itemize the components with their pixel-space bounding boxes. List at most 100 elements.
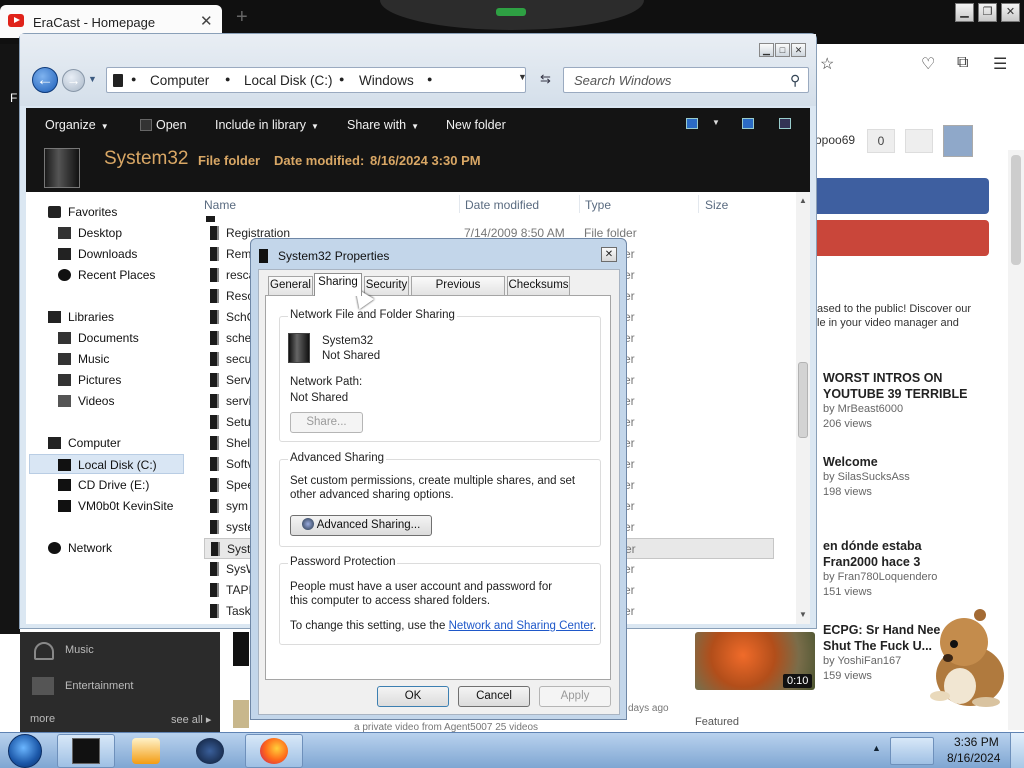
tab-close-icon[interactable]: ✕ <box>200 12 213 30</box>
cancel-button[interactable]: Cancel <box>458 686 530 707</box>
column-header-name[interactable]: Name <box>204 198 236 212</box>
taskbar-globe[interactable] <box>181 734 239 768</box>
nav-network[interactable]: Network <box>26 538 204 558</box>
share-button[interactable]: Share... <box>290 412 363 433</box>
more-link[interactable]: more <box>30 713 55 725</box>
video-title[interactable]: Welcome <box>823 454 1003 470</box>
see-all-link[interactable]: see all ▸ <box>171 713 211 726</box>
maximize-icon[interactable]: □ <box>775 43 790 57</box>
nav-favorites[interactable]: Favorites <box>26 202 204 222</box>
tab-checksums[interactable]: Checksums <box>507 276 570 295</box>
column-header-date[interactable]: Date modified <box>465 198 539 212</box>
tab-previous-versions[interactable]: Previous Versions <box>411 276 505 308</box>
nav-pictures[interactable]: Pictures <box>26 370 204 390</box>
organize-button[interactable]: Organize ▼ <box>45 118 109 132</box>
nav-desktop[interactable]: Desktop <box>26 223 204 243</box>
advanced-sharing-button[interactable]: Advanced Sharing... <box>290 515 432 536</box>
sidebar-item-entertainment[interactable]: Entertainment <box>65 680 133 692</box>
column-separator[interactable] <box>579 195 580 213</box>
scroll-up-icon[interactable]: ▲ <box>799 196 807 205</box>
nav-computer[interactable]: Computer <box>26 433 204 453</box>
grid-icon[interactable] <box>905 129 933 153</box>
start-orb-icon[interactable] <box>8 734 42 768</box>
close-icon[interactable]: ✕ <box>1001 3 1020 22</box>
nav-recent-places[interactable]: Recent Places <box>26 265 204 285</box>
breadcrumb-separator[interactable]: ● <box>225 74 230 84</box>
column-header-type[interactable]: Type <box>585 198 611 212</box>
avatar[interactable] <box>943 125 973 157</box>
breadcrumb-separator[interactable]: ● <box>427 74 432 84</box>
open-button[interactable]: Open <box>156 118 187 132</box>
tab-sharing[interactable]: Sharing <box>314 273 362 296</box>
tab-general[interactable]: General <box>268 276 313 295</box>
breadcrumb-separator[interactable]: ● <box>339 74 344 84</box>
taskbar-explorer[interactable] <box>57 734 115 768</box>
close-icon[interactable]: ✕ <box>601 247 617 262</box>
nav-videos[interactable]: Videos <box>26 391 204 411</box>
include-in-library-button[interactable]: Include in library ▼ <box>215 118 319 132</box>
video-card[interactable] <box>233 632 249 666</box>
page-scrollbar-thumb[interactable] <box>1011 155 1021 265</box>
nav-libraries[interactable]: Libraries <box>26 307 204 327</box>
forward-arrow-icon[interactable]: → <box>62 69 85 92</box>
breadcrumb-local-disk[interactable]: Local Disk (C:) <box>244 73 333 88</box>
close-icon[interactable]: ✕ <box>791 43 806 57</box>
apply-button[interactable]: Apply <box>539 686 611 707</box>
nav-network-drive[interactable]: VM0b0t KevinSite <box>26 496 204 516</box>
notification-count[interactable]: 0 <box>867 129 895 153</box>
search-icon[interactable]: ⚲ <box>790 72 800 89</box>
video-item[interactable]: en dónde estaba Fran2000 hace 3 by Fran7… <box>823 538 948 600</box>
pocket-icon[interactable]: ♡ <box>921 54 935 74</box>
nav-downloads[interactable]: Downloads <box>26 244 204 264</box>
column-separator[interactable] <box>698 195 699 213</box>
file-list-scroll-thumb[interactable] <box>798 362 808 438</box>
address-dropdown[interactable]: ▼ <box>518 72 527 82</box>
video-item[interactable]: WORST INTROS ON YOUTUBE 39 TERRIBLE by M… <box>823 370 1003 432</box>
preview-pane-icon[interactable] <box>742 118 754 129</box>
address-bar[interactable]: ● Computer ● Local Disk (C:) ● Windows ● <box>106 67 526 93</box>
new-folder-button[interactable]: New folder <box>446 118 506 132</box>
video-title[interactable]: en dónde estaba Fran2000 hace 3 <box>823 538 948 570</box>
extensions-icon[interactable]: ⧉ <box>957 54 968 72</box>
clock-date[interactable]: 8/16/2024 <box>947 751 1000 765</box>
tray-expand-icon[interactable]: ▲ <box>872 743 881 753</box>
clock-time[interactable]: 3:36 PM <box>954 735 999 749</box>
new-tab-button[interactable]: + <box>236 6 248 29</box>
nav-music[interactable]: Music <box>26 349 204 369</box>
tab-security[interactable]: Security <box>364 276 409 295</box>
nav-documents[interactable]: Documents <box>26 328 204 348</box>
ok-button[interactable]: OK <box>377 686 449 707</box>
minimize-icon[interactable]: ▁ <box>759 43 774 57</box>
taskbar-media-player[interactable] <box>117 734 175 768</box>
back-arrow-icon[interactable]: ← <box>32 67 58 93</box>
menu-icon[interactable]: ☰ <box>993 54 1007 74</box>
column-header-size[interactable]: Size <box>705 198 728 212</box>
nav-cd-drive[interactable]: CD Drive (E:) <box>26 475 204 495</box>
minimize-icon[interactable]: ▁ <box>955 3 974 22</box>
blue-button[interactable] <box>815 178 989 214</box>
view-dropdown-icon[interactable]: ▼ <box>712 118 720 127</box>
show-desktop-button[interactable] <box>1010 733 1024 768</box>
taskbar-firefox[interactable] <box>245 734 303 768</box>
breadcrumb-separator[interactable]: ● <box>131 74 136 84</box>
video-card[interactable] <box>233 700 249 728</box>
history-dropdown[interactable]: ▼ <box>88 74 97 84</box>
nav-local-disk[interactable]: Local Disk (C:) <box>29 454 184 474</box>
video-author[interactable]: by SilasSucksAss <box>823 470 1003 485</box>
help-icon[interactable] <box>779 118 791 129</box>
network-sharing-center-link[interactable]: Network and Sharing Center <box>449 620 593 632</box>
scroll-down-icon[interactable]: ▼ <box>799 610 807 619</box>
share-with-button[interactable]: Share with ▼ <box>347 118 419 132</box>
search-input[interactable]: Search Windows ⚲ <box>563 67 809 93</box>
breadcrumb-computer[interactable]: Computer <box>150 73 209 88</box>
column-separator[interactable] <box>459 195 460 213</box>
view-icon[interactable] <box>686 118 698 129</box>
restore-icon[interactable]: ❐ <box>978 3 997 22</box>
video-author[interactable]: by MrBeast6000 <box>823 402 1003 417</box>
video-author[interactable]: by Fran780Loquendero <box>823 570 948 585</box>
sidebar-item-music[interactable]: Music <box>65 644 94 656</box>
breadcrumb-windows[interactable]: Windows <box>359 73 414 88</box>
video-title[interactable]: WORST INTROS ON YOUTUBE 39 TERRIBLE <box>823 370 1003 402</box>
username[interactable]: opoo69 <box>815 133 855 147</box>
refresh-icon[interactable]: ⇆ <box>540 71 551 87</box>
